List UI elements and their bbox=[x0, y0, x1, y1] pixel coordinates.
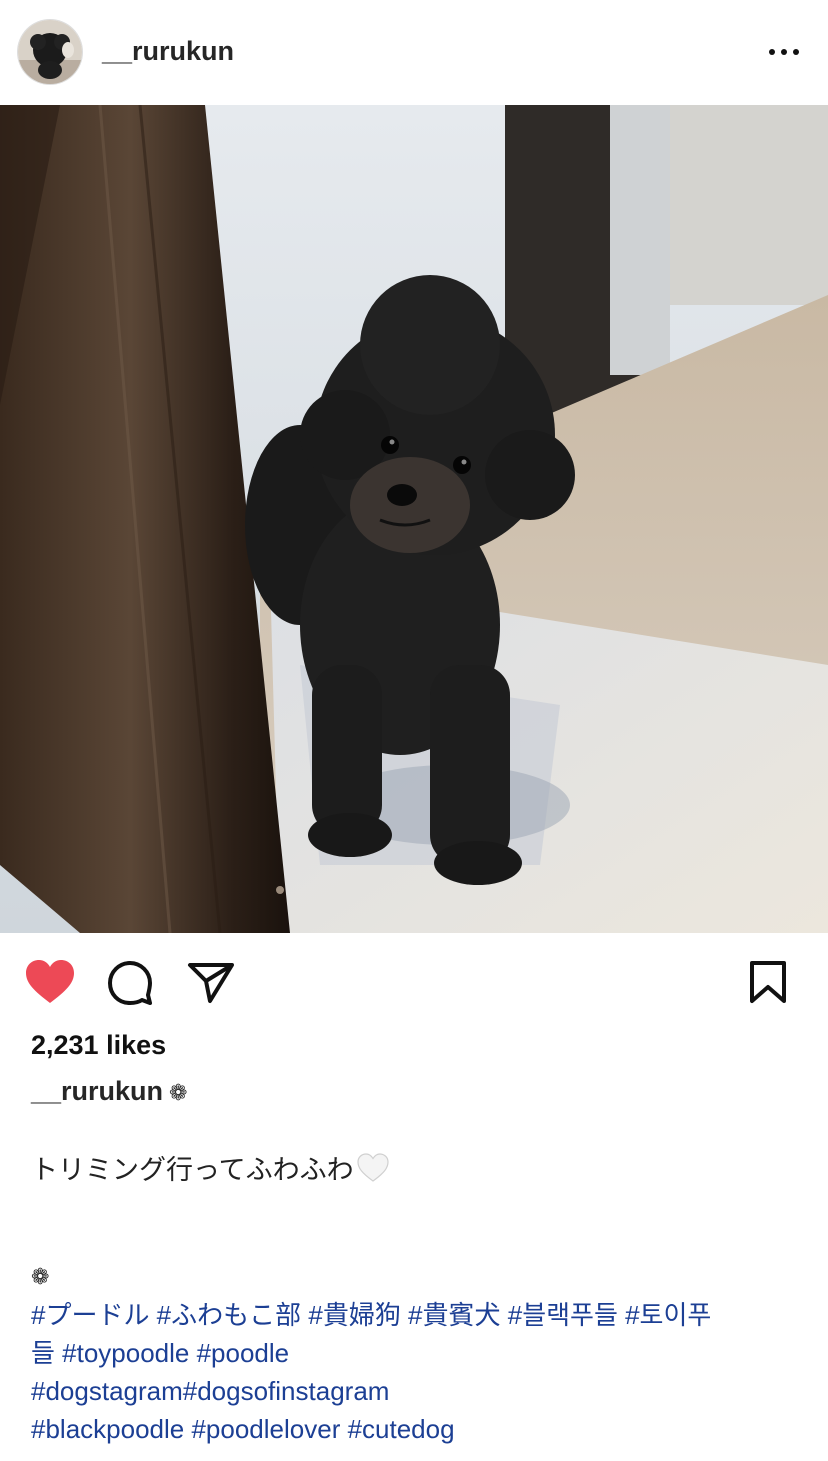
like-button[interactable] bbox=[24, 955, 76, 1011]
post-header: __rurukun bbox=[0, 0, 828, 105]
comment-button[interactable] bbox=[104, 955, 156, 1011]
poodle-photo bbox=[0, 105, 828, 933]
hashtag-line[interactable]: #blackpoodle #poodlelover #cutedog bbox=[31, 1410, 801, 1448]
bookmark-icon bbox=[750, 961, 786, 1003]
share-button[interactable] bbox=[186, 955, 238, 1011]
hashtags: #プードル #ふわもこ部 #貴婦狗 #貴賓犬 #블랙푸들 #토이푸 들 #toy… bbox=[31, 1296, 801, 1448]
comment-icon bbox=[108, 961, 152, 1005]
hashtag-line[interactable]: 들 #toypoodle #poodle bbox=[31, 1334, 801, 1372]
heart-filled-icon bbox=[26, 960, 74, 1003]
likes-count[interactable]: 2,231 likes bbox=[31, 1030, 166, 1061]
author-symbol: ❁ bbox=[169, 1080, 188, 1105]
caption-text-line: トリミング行ってふわふわ bbox=[31, 1148, 390, 1191]
caption-author-line: __rurukun ❁ bbox=[31, 1076, 187, 1107]
post-username[interactable]: __rurukun bbox=[102, 36, 234, 67]
hashtag-line[interactable]: #dogstagram#dogsofinstagram bbox=[31, 1372, 801, 1410]
hashtag-line[interactable]: #プードル #ふわもこ部 #貴婦狗 #貴賓犬 #블랙푸들 #토이푸 bbox=[31, 1296, 801, 1334]
send-icon bbox=[188, 963, 234, 1003]
caption-author[interactable]: __rurukun bbox=[31, 1076, 163, 1106]
action-bar bbox=[0, 955, 828, 1011]
more-options-button[interactable] bbox=[766, 38, 802, 66]
save-button[interactable] bbox=[742, 955, 794, 1011]
white-heart-icon bbox=[356, 1152, 390, 1191]
more-horizontal-icon bbox=[769, 49, 799, 55]
caption-symbol: ❁ bbox=[31, 1264, 50, 1289]
avatar[interactable] bbox=[18, 20, 82, 84]
post-photo[interactable] bbox=[0, 105, 828, 933]
caption-text: トリミング行ってふわふわ bbox=[31, 1155, 354, 1185]
